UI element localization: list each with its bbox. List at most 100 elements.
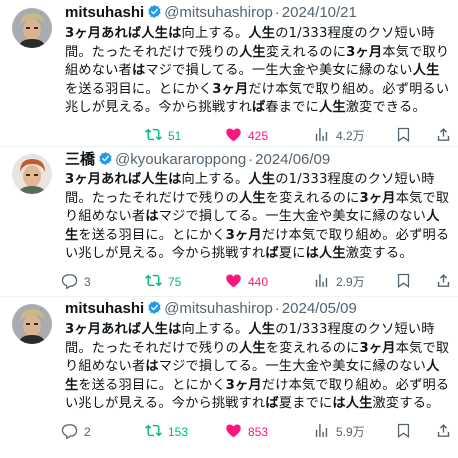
- tweet-text-segment: 激変する。: [345, 246, 413, 261]
- bookmark-button[interactable]: [395, 422, 412, 442]
- verified-badge-icon: [147, 300, 162, 315]
- separator-dot: ·: [248, 151, 254, 168]
- tweet-text-segment: 向上する。: [181, 322, 249, 337]
- tweet-text-segment: マジで損してる。一生大金や美女に縁のない: [158, 359, 427, 374]
- display-name[interactable]: 三橋: [65, 151, 95, 168]
- views-icon: [313, 272, 330, 292]
- retweet-button[interactable]: 153: [145, 422, 188, 442]
- tweet-date[interactable]: 2024/05/09: [282, 300, 357, 317]
- share-button[interactable]: [435, 272, 452, 292]
- tweet-text-segment: 3ヶ月: [225, 377, 262, 393]
- separator-dot: ·: [274, 300, 280, 317]
- avatar[interactable]: [12, 154, 52, 194]
- handle[interactable]: @kyoukararoppong: [115, 151, 246, 168]
- verified-badge-icon: [98, 151, 113, 166]
- tweet-text: 3ヶ月あれば人生は向上する。人生の1/333程度のクソ短い時間。たったそれだけで…: [65, 321, 452, 414]
- tweet-text-segment: は人生: [332, 396, 373, 411]
- views-button[interactable]: 4.2万: [313, 126, 365, 146]
- tweet-text-segment: 人生: [248, 26, 276, 41]
- tweet-text-segment: 3ヶ月: [212, 81, 249, 97]
- views-button[interactable]: 2.9万: [313, 272, 365, 292]
- share-icon: [435, 422, 452, 442]
- reply-button[interactable]: 3: [61, 272, 91, 292]
- like-button[interactable]: 853: [225, 422, 268, 442]
- tweet-text-segment: 激変できる。: [345, 100, 426, 115]
- bookmark-icon: [395, 126, 412, 146]
- tweet-text-segment: は: [145, 209, 159, 224]
- like-count: 853: [248, 424, 269, 439]
- bookmark-icon: [395, 272, 412, 292]
- tweet-text-segment: 3ヶ月: [346, 44, 383, 60]
- tweet-text-segment: 人生: [239, 44, 266, 60]
- share-icon: [435, 272, 452, 292]
- retweet-count: 51: [168, 128, 182, 143]
- retweet-icon: [145, 272, 162, 292]
- bookmark-icon: [395, 422, 412, 442]
- bookmark-button[interactable]: [395, 272, 412, 292]
- heart-icon: [225, 126, 242, 146]
- share-icon: [435, 126, 452, 146]
- heart-icon: [225, 272, 242, 292]
- views-button[interactable]: 5.9万: [313, 422, 365, 442]
- tweet-text-segment: 人生: [239, 340, 266, 356]
- tweet-date[interactable]: 2024/06/09: [255, 151, 330, 168]
- view-count: 4.2万: [336, 129, 365, 143]
- retweet-icon: [145, 422, 162, 442]
- bookmark-button[interactable]: [395, 126, 412, 146]
- retweet-icon: [145, 126, 162, 146]
- tweet-text-segment: 3ヶ月: [359, 190, 396, 206]
- like-button[interactable]: 425: [225, 126, 268, 146]
- like-button[interactable]: 440: [225, 272, 268, 292]
- tweet-text-segment: 人生: [412, 63, 440, 78]
- tweet[interactable]: 三橋 @kyoukararoppong · 2024/06/09 3ヶ月あれば人生は向…: [0, 146, 458, 296]
- tweet-text-segment: 3ヶ月あれば人生は: [65, 172, 182, 187]
- tweet-text-segment: ば: [252, 100, 266, 115]
- view-count: 2.9万: [336, 275, 365, 289]
- tweet-text-segment: 変えれるのに: [265, 44, 347, 60]
- tweet-text-segment: ば: [265, 396, 279, 411]
- tweet-text-segment: は: [131, 63, 146, 78]
- tweet[interactable]: mitsuhashi @mitsuhashirop · 2024/10/21 3ヶ月あ…: [0, 0, 458, 146]
- tweet-text-segment: 3ヶ月: [225, 227, 262, 243]
- reply-button[interactable]: 2: [61, 422, 91, 442]
- tweet-text-segment: 3ヶ月: [359, 340, 396, 356]
- view-count: 5.9万: [336, 425, 365, 439]
- retweet-count: 153: [168, 424, 189, 439]
- avatar[interactable]: [12, 8, 52, 48]
- retweet-button[interactable]: 51: [145, 126, 181, 146]
- tweet[interactable]: mitsuhashi @mitsuhashirop · 2024/05/09 3ヶ月あ…: [0, 296, 458, 458]
- separator-dot: ·: [274, 4, 280, 21]
- heart-icon: [225, 422, 242, 442]
- tweet-text-segment: を変えれるのに: [265, 340, 360, 356]
- tweet-text-segment: は: [145, 359, 159, 374]
- retweet-count: 75: [168, 274, 182, 289]
- display-name[interactable]: mitsuhashi: [65, 300, 144, 317]
- share-button[interactable]: [435, 126, 452, 146]
- tweet-text-segment: は人生: [305, 246, 346, 261]
- avatar[interactable]: [12, 304, 52, 344]
- tweet-text-segment: を送る羽目に。とにかく: [78, 377, 226, 393]
- share-button[interactable]: [435, 422, 452, 442]
- tweet-text-segment: 夏に: [278, 246, 306, 261]
- tweet-text-segment: を送る羽目に。とにかく: [65, 81, 213, 97]
- reply-icon: [61, 272, 78, 292]
- tweet-text-segment: 3ヶ月あれば人生は: [65, 322, 182, 337]
- display-name[interactable]: mitsuhashi: [65, 4, 144, 21]
- tweet-text-segment: 夏までに: [278, 396, 333, 411]
- reply-count: 2: [84, 424, 91, 439]
- retweet-button[interactable]: 75: [145, 272, 181, 292]
- tweet-text-segment: 3ヶ月あれば人生は: [65, 26, 182, 41]
- tweet-text-segment: 人生: [248, 172, 276, 187]
- tweet-text: 3ヶ月あれば人生は向上する。人生の1/333程度のクソ短い時間。たったそれだけで…: [65, 25, 452, 118]
- tweet-text-segment: 向上する。: [181, 172, 249, 187]
- reply-icon: [61, 422, 78, 442]
- like-count: 440: [248, 274, 269, 289]
- tweet-text-segment: 人生: [248, 322, 276, 337]
- reply-count: 3: [84, 274, 91, 289]
- handle[interactable]: @mitsuhashirop: [164, 300, 273, 317]
- tweet-text-segment: マジで損してる。一生大金や美女に縁のない: [158, 209, 427, 224]
- tweet-date[interactable]: 2024/10/21: [282, 4, 357, 21]
- views-icon: [313, 422, 330, 442]
- handle[interactable]: @mitsuhashirop: [164, 4, 273, 21]
- tweet-text-segment: 人生: [318, 100, 346, 115]
